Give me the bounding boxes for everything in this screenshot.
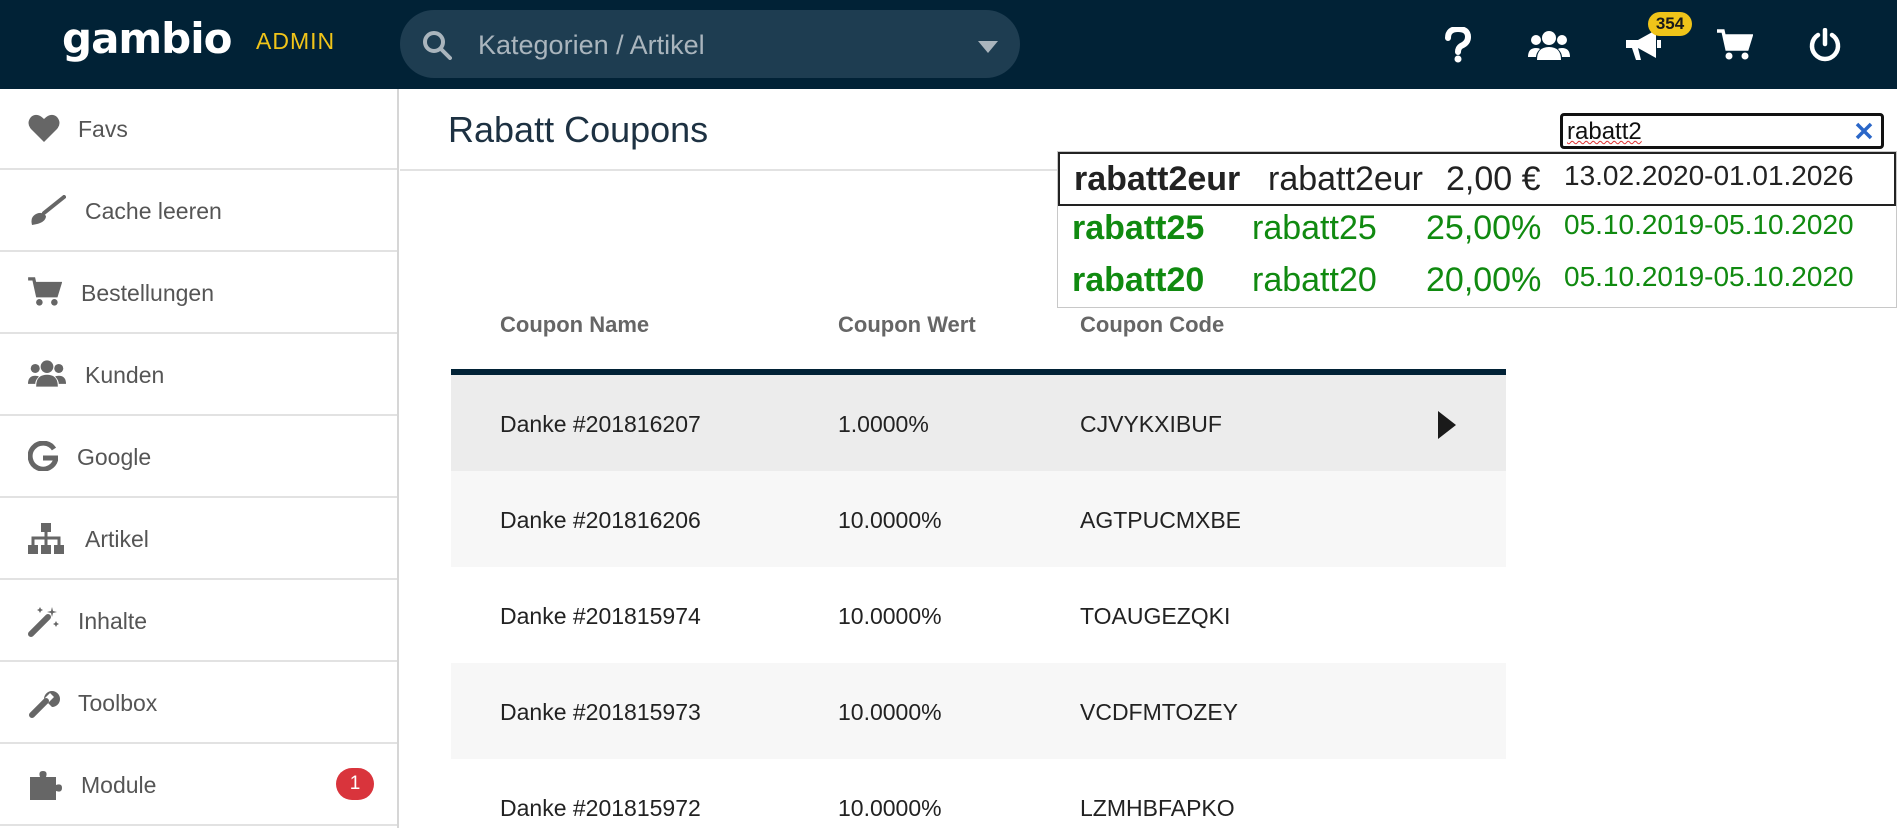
module-count-badge: 1 xyxy=(336,768,374,800)
notification-count-badge: 354 xyxy=(1648,12,1692,36)
cart-icon[interactable] xyxy=(1712,22,1758,68)
sidebar-item-google[interactable]: Google xyxy=(0,417,397,498)
autocomplete-dropdown: rabatt2eur rabatt2eur 2,00 € 13.02.2020-… xyxy=(1057,151,1897,308)
table-row[interactable]: Danke #201815974 10.0000% TOAUGEZQKI xyxy=(451,567,1506,663)
admin-label: ADMIN xyxy=(256,28,336,54)
suggestion-period: 13.02.2020-01.01.2026 xyxy=(1564,160,1854,191)
suggestion-code: rabatt25 xyxy=(1252,209,1377,247)
top-navbar: gambio ADMIN Kategorien / Artikel 354 xyxy=(0,0,1897,89)
suggestion-item[interactable]: rabatt20 rabatt20 20,00% 05.10.2019-05.1… xyxy=(1058,258,1896,310)
coupon-value-cell: 10.0000% xyxy=(838,507,942,533)
gambio-logo[interactable]: gambio xyxy=(62,14,232,63)
sidebar-item-cache[interactable]: Cache leeren xyxy=(0,171,397,252)
sidebar-item-label: Bestellungen xyxy=(81,280,214,306)
coupon-filter-input[interactable]: rabatt2 xyxy=(1560,113,1884,149)
column-header-coupon-name[interactable]: Coupon Name xyxy=(500,312,649,338)
page-title: Rabatt Coupons xyxy=(448,109,709,150)
sidebar-item-products[interactable]: Artikel xyxy=(0,499,397,580)
wrench-icon xyxy=(28,687,64,719)
column-header-coupon-value[interactable]: Coupon Wert xyxy=(838,312,976,338)
suggestion-value: 25,00% xyxy=(1426,209,1542,247)
table-row[interactable]: Danke #201816206 10.0000% AGTPUCMXBE xyxy=(451,471,1506,567)
global-search-input[interactable]: Kategorien / Artikel xyxy=(400,10,1020,78)
filter-input-value: rabatt2 xyxy=(1567,118,1642,145)
sidebar-item-modules[interactable]: Module 1 xyxy=(0,745,397,826)
sidebar-item-orders[interactable]: Bestellungen xyxy=(0,253,397,334)
sidebar-item-label: Toolbox xyxy=(78,690,158,716)
coupon-code-cell: TOAUGEZQKI xyxy=(1080,603,1231,629)
suggestion-code: rabatt2eur xyxy=(1268,160,1423,198)
sidebar-item-label: Inhalte xyxy=(78,608,148,634)
coupon-name-cell: Danke #201816207 xyxy=(500,411,701,437)
suggestion-item[interactable]: rabatt2eur rabatt2eur 2,00 € 13.02.2020-… xyxy=(1058,152,1896,206)
suggestion-name: rabatt20 xyxy=(1072,261,1205,299)
suggestion-name: rabatt25 xyxy=(1072,209,1205,247)
sidebar-item-label: Module xyxy=(81,772,157,798)
power-icon[interactable] xyxy=(1802,22,1848,68)
heart-icon xyxy=(28,113,64,145)
sidebar-item-label: Kunden xyxy=(85,362,165,388)
suggestion-item[interactable]: rabatt25 rabatt25 25,00% 05.10.2019-05.1… xyxy=(1058,206,1896,258)
help-icon[interactable] xyxy=(1435,22,1481,68)
table-row[interactable]: Danke #201815973 10.0000% VCDFMTOZEY xyxy=(451,663,1506,759)
coupon-code-cell: LZMHBFAPKO xyxy=(1080,795,1235,821)
sidebar-item-content[interactable]: Inhalte xyxy=(0,581,397,662)
coupon-value-cell: 1.0000% xyxy=(838,411,929,437)
cart-icon xyxy=(28,277,64,309)
table-row[interactable]: Danke #201815972 10.0000% LZMHBFAPKO xyxy=(451,759,1506,828)
caret-right-icon[interactable] xyxy=(1438,411,1456,444)
sidebar-item-label: Cache leeren xyxy=(85,198,222,224)
sidebar-item-label: Google xyxy=(77,444,152,470)
puzzle-icon xyxy=(28,769,64,801)
search-icon xyxy=(422,30,452,65)
coupon-value-cell: 10.0000% xyxy=(838,699,942,725)
sidebar: Favs Cache leeren Bestellungen Kunden Go… xyxy=(0,89,399,828)
coupon-value-cell: 10.0000% xyxy=(838,603,942,629)
users-icon xyxy=(28,359,66,391)
suggestion-period: 05.10.2019-05.10.2020 xyxy=(1564,261,1854,292)
magic-wand-icon xyxy=(28,605,64,637)
sidebar-item-label: Favs xyxy=(78,116,128,142)
coupon-code-cell: VCDFMTOZEY xyxy=(1080,699,1239,725)
suggestion-value: 2,00 € xyxy=(1446,160,1541,198)
suggestion-period: 05.10.2019-05.10.2020 xyxy=(1564,209,1854,240)
coupon-code-cell: AGTPUCMXBE xyxy=(1080,507,1242,533)
sidebar-item-label: Artikel xyxy=(85,526,149,552)
clear-icon[interactable] xyxy=(1855,122,1873,145)
sidebar-item-customers[interactable]: Kunden xyxy=(0,335,397,416)
coupon-name-cell: Danke #201815972 xyxy=(500,795,701,821)
sidebar-item-favs[interactable]: Favs xyxy=(0,89,397,170)
coupon-name-cell: Danke #201815973 xyxy=(500,699,701,725)
users-icon[interactable] xyxy=(1526,22,1572,68)
sitemap-icon xyxy=(28,523,64,555)
suggestion-code: rabatt20 xyxy=(1252,261,1377,299)
column-header-coupon-code[interactable]: Coupon Code xyxy=(1080,312,1224,338)
chevron-down-icon[interactable] xyxy=(978,40,998,58)
search-placeholder: Kategorien / Artikel xyxy=(478,30,705,60)
coupon-name-cell: Danke #201815974 xyxy=(500,603,701,629)
coupon-code-cell: CJVYKXIBUF xyxy=(1080,411,1222,437)
coupon-name-cell: Danke #201816206 xyxy=(500,507,701,533)
sidebar-item-toolbox[interactable]: Toolbox xyxy=(0,663,397,744)
suggestion-value: 20,00% xyxy=(1426,261,1542,299)
coupon-value-cell: 10.0000% xyxy=(838,795,942,821)
brush-icon xyxy=(28,195,66,227)
suggestion-name: rabatt2eur xyxy=(1074,160,1241,198)
google-icon xyxy=(27,440,64,473)
table-row[interactable]: Danke #201816207 1.0000% CJVYKXIBUF xyxy=(451,375,1506,471)
